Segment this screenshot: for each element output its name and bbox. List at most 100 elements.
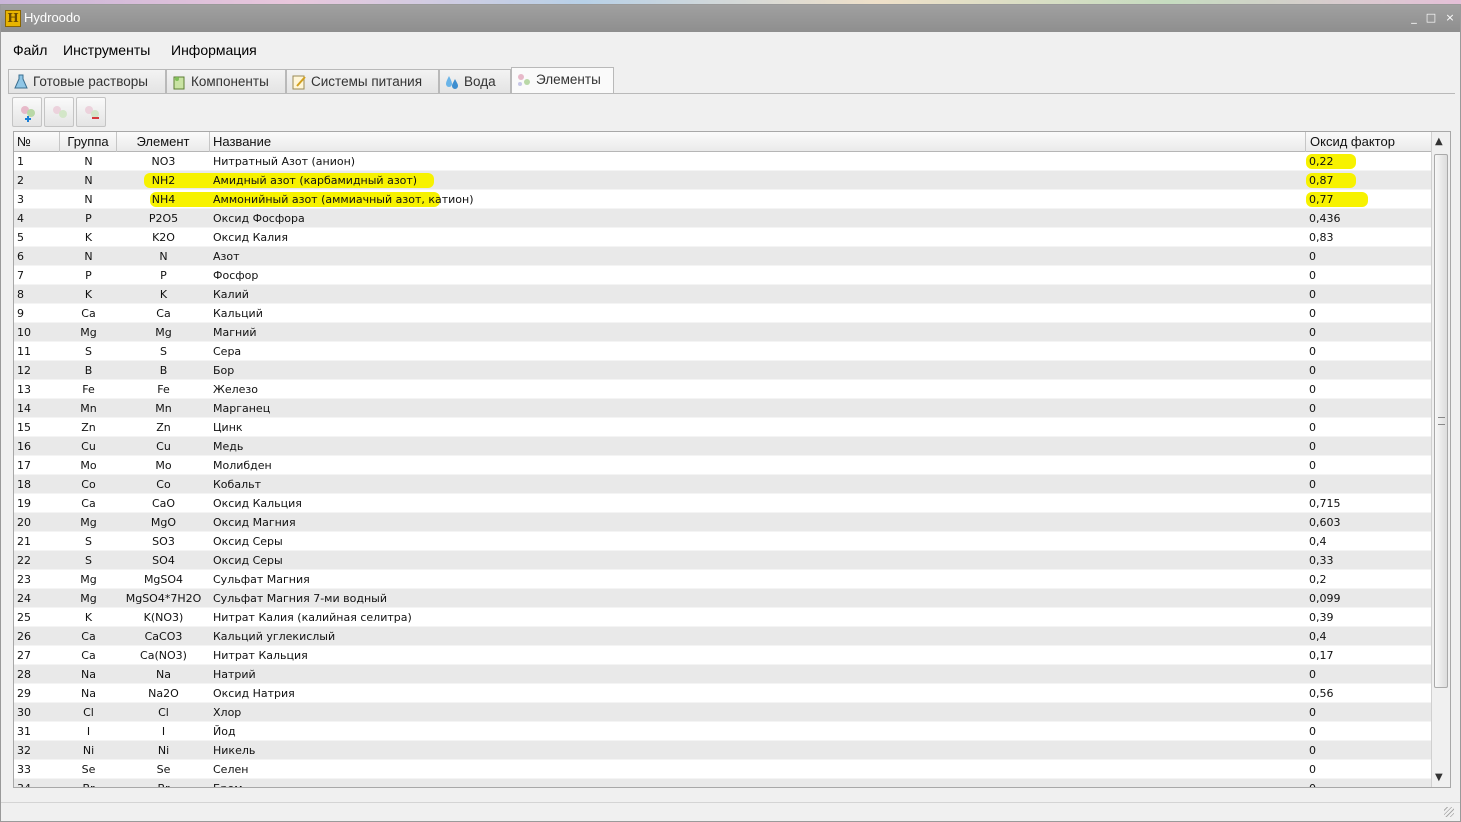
table-row[interactable]: 29 Na Na2O Оксид Натрия 0,56	[14, 684, 1432, 703]
cell-oxide-factor: 0	[1309, 307, 1316, 320]
cell-element: MgSO4*7H2O	[125, 592, 202, 605]
table-row[interactable]: 16 Cu Cu Медь 0	[14, 437, 1432, 456]
cell-oxide-factor: 0,436	[1309, 212, 1341, 225]
cell-group: Mg	[80, 326, 97, 339]
tab-elements[interactable]: Элементы	[511, 67, 614, 94]
menu-file[interactable]: Файл	[13, 42, 47, 58]
table-row[interactable]: 10 Mg Mg Магний 0	[14, 323, 1432, 342]
column-header-oxide-factor[interactable]: Оксид фактор	[1306, 132, 1432, 152]
table-row[interactable]: 4 P P2O5 Оксид Фосфора 0,436	[14, 209, 1432, 228]
table-row[interactable]: 12 B B Бор 0	[14, 361, 1432, 380]
tab-feeding-systems[interactable]: Системы питания	[286, 69, 439, 94]
table-row[interactable]: 17 Mo Mo Молибден 0	[14, 456, 1432, 475]
table-row[interactable]: 9 Ca Ca Кальций 0	[14, 304, 1432, 323]
title-bar[interactable]: H Hydroodo _ □ ×	[1, 5, 1460, 32]
table-row[interactable]: 2 N NH2 Амидный азот (карбамидный азот) 0,87	[14, 171, 1432, 190]
edit-element-button[interactable]	[44, 97, 74, 127]
table-row[interactable]: 13 Fe Fe Железо 0	[14, 380, 1432, 399]
cell-name: Кальций	[213, 307, 263, 320]
cell-group: Fe	[82, 383, 95, 396]
column-header-group[interactable]: Группа	[60, 132, 117, 152]
cell-element: Ni	[157, 744, 170, 757]
menu-info[interactable]: Информация	[171, 42, 257, 58]
table-body: 1 N NO3 Нитратный Азот (анион) 0,22 2 N NH2 Амид…	[14, 152, 1432, 787]
add-element-button[interactable]	[12, 97, 42, 127]
table-row[interactable]: 33 Se Se Селен 0	[14, 760, 1432, 779]
cell-element: P2O5	[148, 212, 179, 225]
table-row[interactable]: 26 Ca CaCO3 Кальций углекислый 0,4	[14, 627, 1432, 646]
table-row[interactable]: 21 S SO3 Оксид Серы 0,4	[14, 532, 1432, 551]
cell-oxide-factor: 0	[1309, 250, 1316, 263]
cell-element: Zn	[156, 421, 171, 434]
beaker-icon	[173, 76, 185, 90]
table-row[interactable]: 7 P P Фосфор 0	[14, 266, 1432, 285]
menu-tools[interactable]: Инструменты	[63, 42, 150, 58]
cell-oxide-factor: 0	[1309, 440, 1316, 453]
table-row[interactable]: 3 N NH4 Аммонийный азот (аммиачный азот, ка…	[14, 190, 1432, 209]
column-header-number[interactable]: №	[14, 132, 60, 152]
table-row[interactable]: 6 N N Азот 0	[14, 247, 1432, 266]
table-row[interactable]: 24 Mg MgSO4*7H2O Сульфат Магния 7-ми водный…	[14, 589, 1432, 608]
column-header-name[interactable]: Название	[210, 132, 1306, 152]
tab-label: Компоненты	[191, 74, 269, 89]
table-row[interactable]: 1 N NO3 Нитратный Азот (анион) 0,22	[14, 152, 1432, 171]
cell-group: Na	[81, 687, 96, 700]
cell-number: 14	[17, 402, 31, 415]
table-row[interactable]: 31 I I Йод 0	[14, 722, 1432, 741]
cell-name: Кальций углекислый	[213, 630, 336, 643]
table-row[interactable]: 19 Ca CaO Оксид Кальция 0,715	[14, 494, 1432, 513]
cell-oxide-factor: 0,4	[1309, 630, 1327, 643]
cell-element: Mg	[155, 326, 172, 339]
cell-group: S	[85, 554, 92, 567]
table-row[interactable]: 8 K K Калий 0	[14, 285, 1432, 304]
delete-element-icon	[85, 106, 99, 119]
table-row[interactable]: 28 Na Na Натрий 0	[14, 665, 1432, 684]
table-row[interactable]: 20 Mg MgO Оксид Магния 0,603	[14, 513, 1432, 532]
table-row[interactable]: 25 K K(NO3) Нитрат Калия (калийная селитра)…	[14, 608, 1432, 627]
cell-oxide-factor: 0	[1309, 725, 1316, 738]
table-row[interactable]: 18 Co Co Кобальт 0	[14, 475, 1432, 494]
elements-table[interactable]: № Группа Элемент Название Оксид фактор 1…	[13, 131, 1451, 788]
column-header-element[interactable]: Элемент	[117, 132, 210, 152]
scroll-down-arrow-icon[interactable]: ▼	[1435, 772, 1443, 783]
table-row[interactable]: 32 Ni Ni Никель 0	[14, 741, 1432, 760]
cell-name: Оксид Магния	[213, 516, 296, 529]
cell-oxide-factor: 0	[1309, 779, 1429, 787]
cell-group: Ni	[82, 744, 95, 757]
cell-number: 26	[17, 630, 31, 643]
table-row[interactable]: 34BrBrБром0	[14, 779, 1432, 787]
minimize-button[interactable]: _	[1406, 10, 1422, 26]
table-row[interactable]: 15 Zn Zn Цинк 0	[14, 418, 1432, 437]
cell-group: N	[84, 193, 93, 206]
scroll-up-arrow-icon[interactable]: ▲	[1435, 136, 1443, 147]
cell-number: 12	[17, 364, 31, 377]
cell-name: Фосфор	[213, 269, 259, 282]
maximize-button[interactable]: □	[1423, 10, 1439, 26]
delete-element-button[interactable]	[76, 97, 106, 127]
vertical-scrollbar[interactable]: ▲ ▼	[1431, 132, 1450, 787]
cell-number: 11	[17, 345, 31, 358]
resize-grip-icon[interactable]	[1444, 807, 1454, 817]
table-row[interactable]: 11 S S Сера 0	[14, 342, 1432, 361]
cell-number: 1	[17, 155, 24, 168]
close-button[interactable]: ×	[1442, 10, 1458, 26]
cell-element: Mo	[155, 459, 172, 472]
table-row[interactable]: 27 Ca Ca(NO3) Нитрат Кальция 0,17	[14, 646, 1432, 665]
table-row[interactable]: 14 Mn Mn Марганец 0	[14, 399, 1432, 418]
cell-oxide-factor: 0	[1309, 763, 1316, 776]
table-row[interactable]: 23 Mg MgSO4 Сульфат Магния 0,2	[14, 570, 1432, 589]
tab-ready-solutions[interactable]: Готовые растворы	[8, 69, 166, 94]
tab-water[interactable]: Вода	[439, 69, 511, 94]
table-row[interactable]: 30 Cl Cl Хлор 0	[14, 703, 1432, 722]
cell-oxide-factor: 0	[1309, 706, 1316, 719]
cell-number: 5	[17, 231, 24, 244]
cell-oxide-factor: 0	[1309, 744, 1316, 757]
cell-element: SO4	[152, 554, 175, 567]
tab-components[interactable]: Компоненты	[166, 69, 286, 94]
table-row[interactable]: 22 S SO4 Оксид Серы 0,33	[14, 551, 1432, 570]
cell-group: P	[85, 212, 92, 225]
flask-icon	[14, 74, 28, 89]
scrollbar-thumb[interactable]	[1434, 154, 1448, 688]
table-row[interactable]: 5 K K2O Оксид Калия 0,83	[14, 228, 1432, 247]
cell-oxide-factor: 0	[1309, 345, 1316, 358]
